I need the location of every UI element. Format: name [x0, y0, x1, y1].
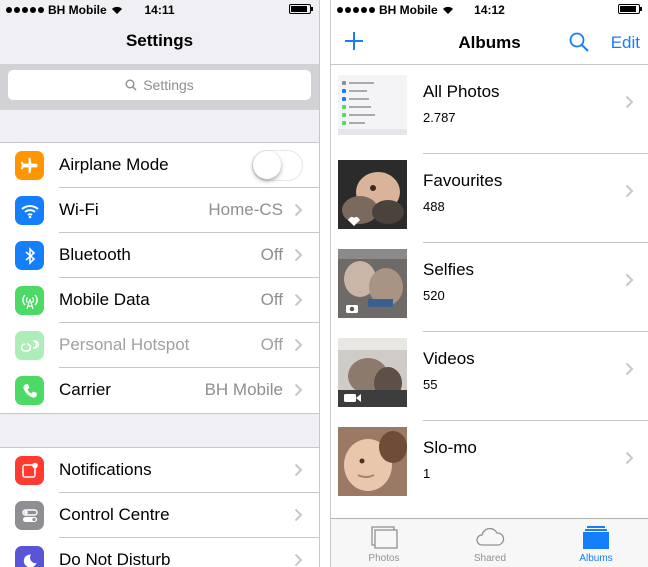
page-title: Albums: [458, 33, 521, 52]
settings-row-value: BH Mobile: [204, 380, 283, 399]
tab-label: Photos: [368, 553, 400, 564]
tab-label: Shared: [473, 553, 507, 564]
settings-row-notifications[interactable]: Notifications: [0, 448, 319, 493]
settings-row-label: Wi-Fi: [59, 200, 99, 219]
tab-albums[interactable]: Albums: [543, 519, 648, 567]
album-slo-mo[interactable]: Slo-mo 1: [331, 421, 648, 510]
album-thumbnail: [338, 160, 407, 229]
chevron-right-icon: [625, 362, 634, 376]
chevron-right-icon: [294, 338, 303, 352]
settings-row-label: Personal Hotspot: [59, 335, 190, 354]
status-bar: BH Mobile 14:11: [0, 0, 319, 20]
search-icon: [125, 79, 137, 91]
settings-row-value: Off: [260, 290, 283, 309]
settings-row-bluetooth[interactable]: Bluetooth Off: [0, 233, 319, 278]
settings-row-label: Mobile Data: [59, 290, 150, 309]
airplane-icon: [15, 151, 44, 180]
settings-row-personal-hotspot[interactable]: Personal Hotspot Off: [0, 323, 319, 368]
settings-row-label: Airplane Mode: [59, 155, 169, 174]
tab-shared[interactable]: Shared: [437, 519, 543, 567]
wifi-icon: [15, 196, 44, 225]
settings-row-value: Off: [260, 245, 283, 264]
page-title: Settings: [125, 31, 194, 50]
cloud-icon: [476, 527, 505, 546]
settings-row-airplane-mode[interactable]: Airplane Mode: [0, 143, 319, 188]
photos-stack-icon: [371, 526, 398, 549]
chevron-right-icon: [625, 95, 634, 109]
album-name: Slo-mo: [423, 438, 477, 457]
album-name: Videos: [423, 349, 475, 368]
chevron-right-icon: [294, 553, 303, 567]
chevron-right-icon: [294, 508, 303, 522]
settings-row-label: Notifications: [59, 460, 152, 479]
chevron-right-icon: [294, 293, 303, 307]
chevron-right-icon: [625, 451, 634, 465]
antenna-icon: [15, 286, 44, 315]
album-thumbnail: [338, 75, 407, 135]
chevron-right-icon: [294, 463, 303, 477]
settings-row-control-centre[interactable]: Control Centre: [0, 493, 319, 538]
search-icon[interactable]: [568, 31, 590, 53]
album-name: Selfies: [423, 260, 475, 279]
albums-icon: [583, 526, 609, 549]
status-time: 14:12: [474, 3, 505, 17]
edit-button[interactable]: Edit: [611, 33, 640, 53]
album-thumbnail: [338, 249, 407, 318]
settings-group-system: Notifications Control Centre Do Not Dist…: [0, 447, 319, 567]
settings-row-mobile-data[interactable]: Mobile Data Off: [0, 278, 319, 323]
status-bar: BH Mobile 14:12: [331, 0, 648, 20]
battery-icon: [289, 4, 313, 14]
control-centre-icon: [15, 501, 44, 530]
album-selfies[interactable]: Selfies 520: [331, 243, 648, 332]
album-thumbnail: [338, 338, 407, 407]
tab-label: Albums: [579, 553, 613, 564]
album-count: 520: [423, 288, 445, 303]
settings-group-connectivity: Airplane Mode Wi-Fi Home-CS Bluetooth Of…: [0, 142, 319, 414]
album-count: 55: [423, 377, 438, 392]
notifications-icon: [15, 456, 44, 485]
status-time: 14:11: [144, 3, 175, 17]
album-videos[interactable]: Videos 55: [331, 332, 648, 421]
album-count: 1: [423, 466, 431, 481]
tab-bar: Photos Shared Albums: [331, 518, 648, 567]
settings-row-label: Carrier: [59, 380, 111, 399]
battery-icon: [618, 4, 642, 14]
chevron-right-icon: [625, 273, 634, 287]
airplane-mode-toggle[interactable]: [252, 150, 303, 181]
moon-icon: [15, 546, 44, 567]
search-input[interactable]: Settings: [8, 70, 311, 100]
settings-row-label: Control Centre: [59, 505, 170, 524]
chevron-right-icon: [294, 248, 303, 262]
search-placeholder: Settings: [143, 77, 194, 93]
chevron-right-icon: [294, 203, 303, 217]
album-name: All Photos: [423, 82, 500, 101]
navigation-bar: Albums Edit: [331, 20, 648, 65]
settings-row-do-not-disturb[interactable]: Do Not Disturb: [0, 538, 319, 567]
settings-row-value: Off: [260, 335, 283, 354]
settings-row-label: Bluetooth: [59, 245, 131, 264]
phone-icon: [15, 376, 44, 405]
settings-row-carrier[interactable]: Carrier BH Mobile: [0, 368, 319, 413]
album-count: 2.787: [423, 110, 456, 125]
settings-row-label: Do Not Disturb: [59, 550, 171, 567]
album-thumbnail: [338, 427, 407, 496]
album-all-photos[interactable]: All Photos 2.787: [331, 65, 648, 154]
album-count: 488: [423, 199, 445, 214]
album-favourites[interactable]: Favourites 488: [331, 154, 648, 243]
hotspot-icon: [15, 331, 44, 360]
bluetooth-icon: [15, 241, 44, 270]
search-area: Settings: [0, 64, 319, 110]
chevron-right-icon: [294, 383, 303, 397]
settings-screen: BH Mobile 14:11 Settings Settings Airpla…: [0, 0, 320, 567]
settings-row-value: Home-CS: [208, 200, 283, 219]
tab-photos[interactable]: Photos: [331, 519, 437, 567]
chevron-right-icon: [625, 184, 634, 198]
settings-row-wifi[interactable]: Wi-Fi Home-CS: [0, 188, 319, 233]
albums-screen: BH Mobile 14:12 Albums Edit All Photos 2: [330, 0, 648, 567]
album-name: Favourites: [423, 171, 503, 190]
